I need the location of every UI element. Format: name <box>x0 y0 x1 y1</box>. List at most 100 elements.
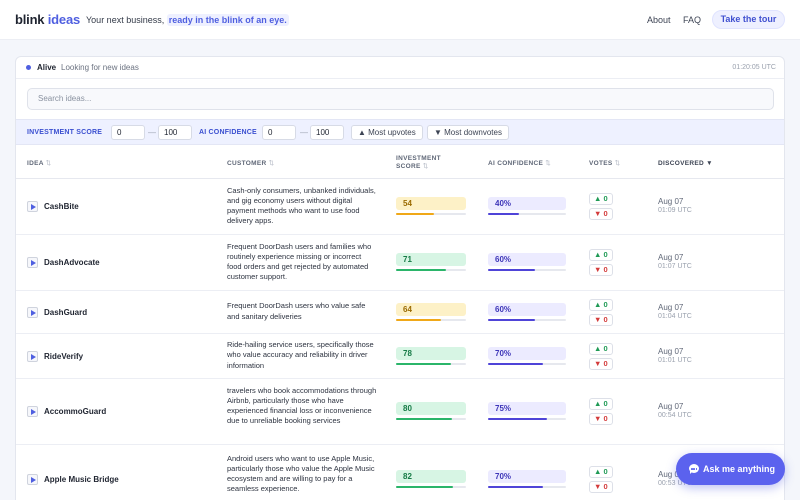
investment-score-badge: 71 <box>396 253 466 266</box>
discovered-time: 01:01 UTC <box>658 356 692 364</box>
discovered-time: 01:09 UTC <box>658 207 692 214</box>
idea-name[interactable]: DashAdvocate <box>44 258 100 267</box>
investment-score-badge: 80 <box>396 402 466 415</box>
ask-me-anything-label: Ask me anything <box>703 464 776 474</box>
downvote-button[interactable]: ▼ 0 <box>589 208 613 220</box>
investment-score-bar-fill <box>396 418 452 420</box>
confidence-range-dash: — <box>300 128 308 137</box>
brand-word-ideas: ideas <box>47 12 81 27</box>
sort-icon: ⇅ <box>614 160 621 167</box>
ai-confidence-bar-fill <box>488 486 543 488</box>
idea-name[interactable]: DashGuard <box>44 308 87 317</box>
customer-description: Frequent DoorDash users who value safe a… <box>227 301 366 321</box>
ideas-panel: Alive Looking for new ideas 01:20:05 UTC… <box>15 56 785 500</box>
ai-confidence-badge: 70% <box>488 346 566 360</box>
investment-score-bar <box>396 362 466 365</box>
investment-score-bar-fill <box>396 318 441 321</box>
tagline-highlight: ready in the blink of an eye. <box>166 14 289 26</box>
table-row[interactable]: AccommoGuard travelers who book accommoda… <box>16 379 784 445</box>
column-header-customer[interactable]: CUSTOMER ⇅ <box>227 160 274 168</box>
idea-name[interactable]: RideVerify <box>44 352 83 361</box>
expand-row-button[interactable] <box>27 350 38 362</box>
sort-icon: ⇅ <box>422 163 429 170</box>
sort-most-upvotes-button[interactable]: ▲ Most upvotes <box>351 125 423 140</box>
ai-confidence-bar <box>488 318 566 321</box>
sort-most-downvotes-button[interactable]: ▼ Most downvotes <box>427 125 509 140</box>
sort-icon: ⇅ <box>268 160 275 167</box>
chat-bubble-icon <box>689 464 699 474</box>
idea-name[interactable]: Apple Music Bridge <box>44 475 119 484</box>
confidence-max-input[interactable]: 100 <box>310 125 344 140</box>
column-header-ai-confidence[interactable]: AI CONFIDENCE ⇅ <box>488 160 551 168</box>
investment-score-badge: 78 <box>396 346 466 360</box>
status-dot-icon <box>26 65 31 70</box>
table-row[interactable]: RideVerify Ride-hailing service users, sp… <box>16 334 784 379</box>
downvote-button[interactable]: ▼ 0 <box>589 481 613 493</box>
investment-score-badge: 54 <box>396 197 466 210</box>
investment-score-bar <box>396 486 466 488</box>
ai-confidence-bar-fill <box>488 213 520 215</box>
expand-row-button[interactable] <box>27 201 38 212</box>
table-row[interactable]: Apple Music Bridge Android users who want… <box>16 445 784 500</box>
expand-row-button[interactable] <box>27 306 38 318</box>
downvote-button[interactable]: ▼ 0 <box>589 313 613 326</box>
expand-row-button[interactable] <box>27 474 38 485</box>
brand-word-blink: blink <box>15 12 45 27</box>
discovered-date: Aug 07 <box>658 346 684 356</box>
ai-confidence-bar <box>488 486 566 488</box>
upvote-button[interactable]: ▲ 0 <box>589 249 613 261</box>
ai-confidence-bar-fill <box>488 362 543 365</box>
table-header: IDEA ⇅ CUSTOMER ⇅ INVESTMENT SCORE ⇅ AI C… <box>16 149 784 179</box>
ai-confidence-bar-fill <box>488 318 535 321</box>
customer-description: Cash-only consumers, unbanked individual… <box>227 185 376 226</box>
investment-score-bar-fill <box>396 213 434 215</box>
brand-logo[interactable]: blink ideas <box>15 12 80 27</box>
investment-score-bar-fill <box>396 269 446 271</box>
ai-confidence-badge: 70% <box>488 470 566 483</box>
nav-about-link[interactable]: About <box>647 15 671 25</box>
sort-icon: ⇅ <box>545 160 552 167</box>
ai-confidence-badge: 40% <box>488 197 566 210</box>
upvote-button[interactable]: ▲ 0 <box>589 398 613 410</box>
column-header-votes[interactable]: VOTES ⇅ <box>589 160 620 168</box>
idea-name[interactable]: CashBite <box>44 202 79 211</box>
status-state: Alive <box>37 63 57 72</box>
discovered-time: 01:07 UTC <box>658 263 692 270</box>
upvote-button[interactable]: ▲ 0 <box>589 466 613 478</box>
column-header-investment-score[interactable]: INVESTMENT SCORE ⇅ <box>396 155 441 171</box>
ask-me-anything-button[interactable]: Ask me anything <box>676 453 785 485</box>
column-header-idea[interactable]: IDEA ⇅ <box>27 160 51 168</box>
discovered-time: 01:04 UTC <box>658 312 692 320</box>
confidence-min-input[interactable]: 0 <box>262 125 296 140</box>
investment-score-bar <box>396 418 466 420</box>
top-bar: blink ideas Your next business, ready in… <box>0 0 800 40</box>
investment-score-bar <box>396 269 466 271</box>
table-row[interactable]: DashAdvocate Frequent DoorDash users and … <box>16 235 784 291</box>
ai-confidence-bar <box>488 213 566 215</box>
ai-confidence-badge: 60% <box>488 253 566 266</box>
table-row[interactable]: DashGuard Frequent DoorDash users who val… <box>16 291 784 334</box>
expand-row-button[interactable] <box>27 406 38 417</box>
tagline: Your next business, ready in the blink o… <box>86 14 289 26</box>
investment-min-input[interactable]: 0 <box>111 125 145 140</box>
downvote-button[interactable]: ▼ 0 <box>589 413 613 425</box>
expand-row-button[interactable] <box>27 257 38 268</box>
column-header-discovered[interactable]: DISCOVERED ▼ <box>658 160 713 168</box>
investment-max-input[interactable]: 100 <box>158 125 192 140</box>
nav-faq-link[interactable]: FAQ <box>683 15 701 25</box>
downvote-button[interactable]: ▼ 0 <box>589 357 613 370</box>
investment-score-badge: 82 <box>396 470 466 483</box>
customer-description: Frequent DoorDash users and families who… <box>227 241 372 282</box>
upvote-button[interactable]: ▲ 0 <box>589 342 613 355</box>
upvote-button[interactable]: ▲ 0 <box>589 193 613 205</box>
ai-confidence-badge: 75% <box>488 402 566 415</box>
take-tour-button[interactable]: Take the tour <box>712 10 785 29</box>
table-row[interactable]: CashBite Cash-only consumers, unbanked in… <box>16 179 784 235</box>
upvote-button[interactable]: ▲ 0 <box>589 298 613 311</box>
idea-name[interactable]: AccommoGuard <box>44 407 106 416</box>
downvote-button[interactable]: ▼ 0 <box>589 264 613 276</box>
customer-description: Ride-hailing service users, specifically… <box>227 340 374 370</box>
ai-confidence-bar-fill <box>488 418 547 420</box>
status-time: 01:20:05 UTC <box>732 64 776 71</box>
search-input[interactable]: Search ideas... <box>27 88 774 110</box>
